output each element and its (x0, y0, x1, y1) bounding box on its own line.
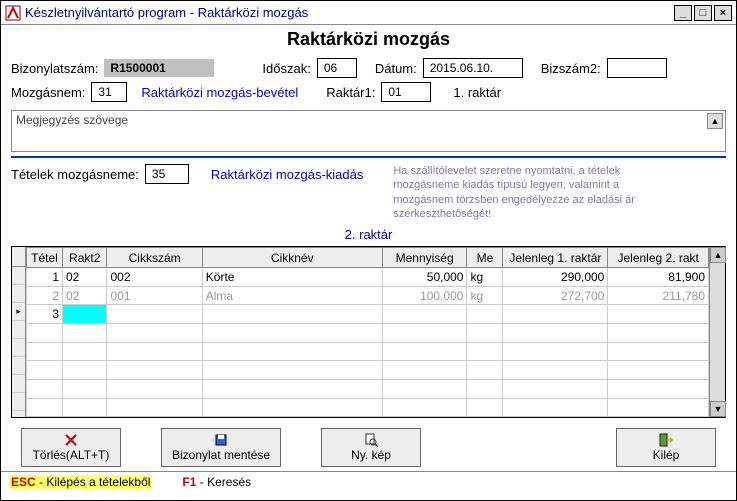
bizszam2-label: Bizszám2: (541, 61, 601, 76)
row-selector-col: ▸ (12, 247, 26, 417)
table-header-row: Tétel Rakt2 Cikkszám Cikknév Mennyiség M… (27, 248, 709, 268)
button-bar: Törlés(ALT+T) Bizonylat mentése Ny. kép … (1, 418, 736, 471)
datum-input[interactable]: 2015.06.10. (423, 58, 523, 78)
tetek-input[interactable]: 35 (145, 164, 189, 184)
col-cikkszam[interactable]: Cikkszám (107, 248, 202, 268)
page-title: Raktárközi mozgás (1, 25, 736, 56)
form-area: Bizonylatszám: R1500001 Időszak: 06 Dátu… (1, 56, 736, 108)
grid: ▸ Tétel Rakt2 Cikkszám Cikknév Mennyiség… (11, 246, 726, 418)
notes-text: Megjegyzés szövege (12, 111, 725, 151)
preview-button[interactable]: Ny. kép (321, 428, 421, 467)
mozgasnem-input[interactable]: 31 (91, 82, 127, 102)
preview-icon (364, 433, 378, 447)
col-jelenleg2[interactable]: Jelenleg 2. rakt (608, 248, 709, 268)
exit-button[interactable]: Kilép (616, 428, 716, 467)
app-window: Készletnyilvántartó program - Raktárközi… (0, 0, 737, 501)
mozgasnem-label: Mozgásnem: (11, 85, 85, 100)
table-row[interactable] (27, 342, 709, 361)
scroll-down-icon[interactable]: ▼ (710, 401, 726, 417)
col-jelenleg1[interactable]: Jelenleg 1. raktár (503, 248, 608, 268)
table-row[interactable]: 3 (27, 305, 709, 324)
active-cell[interactable] (63, 305, 107, 324)
raktar1-input[interactable]: 01 (381, 82, 431, 102)
col-mennyiseg[interactable]: Mennyiség (382, 248, 467, 268)
col-tetel[interactable]: Tétel (27, 248, 63, 268)
idoszak-input[interactable]: 06 (317, 58, 357, 78)
save-button[interactable]: Bizonylat mentése (161, 428, 281, 467)
bizonylat-label: Bizonylatszám: (11, 61, 98, 76)
window-buttons: _ □ × (674, 5, 732, 21)
mozgasnem-desc[interactable]: Raktárközi mozgás-bevétel (141, 85, 298, 100)
maximize-button[interactable]: □ (694, 5, 712, 21)
status-esc: ESC - Kilépés a tételekből (9, 475, 152, 489)
bizszam2-input[interactable] (607, 58, 667, 78)
vertical-scrollbar[interactable]: ▲ ▼ (709, 247, 725, 417)
col-me[interactable]: Me (467, 248, 503, 268)
notes-box[interactable]: Megjegyzés szövege ▲ (11, 110, 726, 152)
table-row[interactable] (27, 379, 709, 398)
delete-icon (64, 433, 78, 447)
data-table[interactable]: Tétel Rakt2 Cikkszám Cikknév Mennyiség M… (26, 247, 709, 417)
tetek-label: Tételek mozgásneme: (11, 167, 139, 182)
raktar2-text: 2. raktár (1, 227, 736, 242)
table-row[interactable] (27, 398, 709, 417)
delete-button[interactable]: Törlés(ALT+T) (21, 428, 121, 467)
table-row[interactable]: 2 02 001 Alma 100,000 kg 272,700 211,780 (27, 286, 709, 305)
exit-icon (659, 433, 673, 447)
tetek-desc[interactable]: Raktárközi mozgás-kiadás (211, 167, 363, 182)
table-row[interactable] (27, 324, 709, 343)
datum-label: Dátum: (375, 61, 417, 76)
notes-scroll-up[interactable]: ▲ (707, 113, 723, 129)
minimize-button[interactable]: _ (674, 5, 692, 21)
hint-text: Ha szállítólevelet szeretne nyomtatni, a… (363, 164, 663, 221)
save-icon (214, 433, 228, 447)
table-row[interactable] (27, 361, 709, 380)
col-cikknev[interactable]: Cikknév (202, 248, 382, 268)
bizonylat-value[interactable]: R1500001 (104, 59, 214, 77)
status-f1: F1 - Keresés (182, 475, 251, 489)
table-row[interactable]: 1 02 002 Körte 50,000 kg 290,000 81,900 (27, 268, 709, 287)
raktar1-label: Raktár1: (326, 85, 375, 100)
close-button[interactable]: × (714, 5, 732, 21)
idoszak-label: Időszak: (262, 61, 310, 76)
app-icon (5, 5, 21, 21)
tetek-row: Tételek mozgásneme: 35 Raktárközi mozgás… (1, 164, 736, 221)
raktar1-desc: 1. raktár (453, 85, 501, 100)
window-title: Készletnyilvántartó program - Raktárközi… (25, 5, 674, 20)
titlebar: Készletnyilvántartó program - Raktárközi… (1, 1, 736, 25)
col-rakt2[interactable]: Rakt2 (63, 248, 107, 268)
statusbar: ESC - Kilépés a tételekből F1 - Keresés (1, 471, 736, 492)
divider (11, 156, 726, 158)
scroll-up-icon[interactable]: ▲ (710, 247, 726, 263)
current-row-marker: ▸ (12, 303, 25, 321)
